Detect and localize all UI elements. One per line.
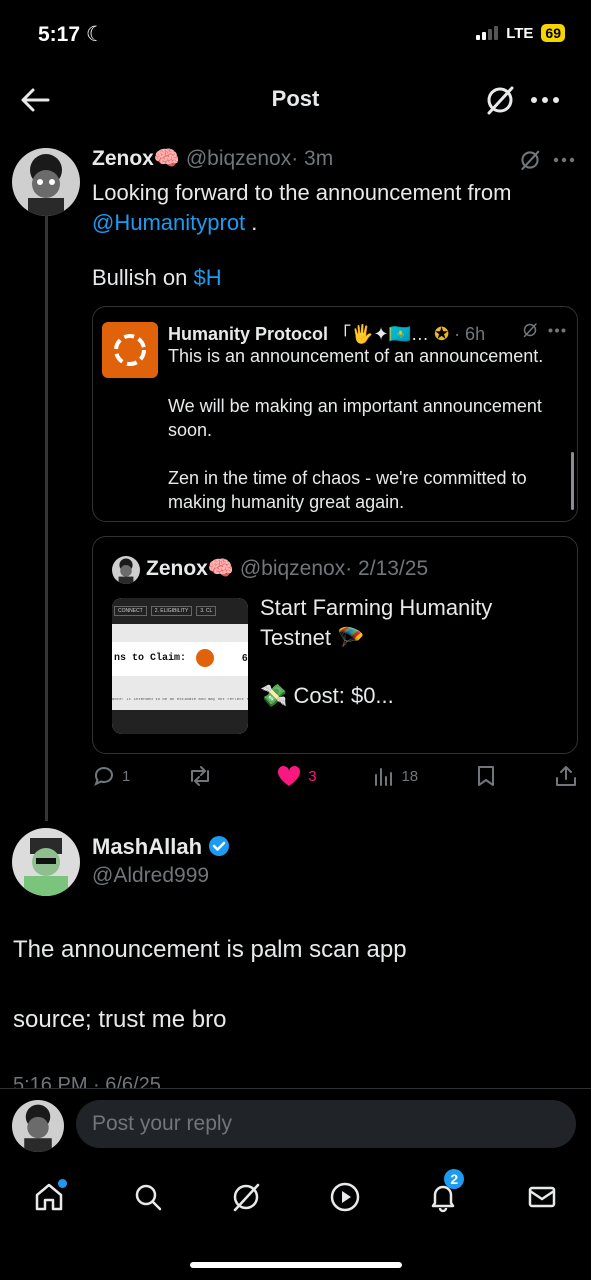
tab-messages[interactable] xyxy=(526,1181,558,1213)
quote2-date: · 2/13/25 xyxy=(345,557,429,580)
tab-search[interactable] xyxy=(132,1181,164,1213)
share-icon xyxy=(555,766,576,786)
repost-icon xyxy=(191,766,210,786)
reply-text-line2: source; trust me bro xyxy=(13,1006,227,1033)
reply-button[interactable]: 1 xyxy=(92,764,130,788)
reply-count: 1 xyxy=(122,767,131,785)
media-thumbnail[interactable]: CONNECT 2. ELIGIBILITY 3. CL ns to Claim… xyxy=(112,598,248,734)
tab-bar: 2 xyxy=(0,1162,591,1232)
tab-home[interactable] xyxy=(33,1179,68,1213)
like-button[interactable]: 3 xyxy=(276,764,317,788)
humanity-logo xyxy=(102,322,158,378)
views-icon xyxy=(375,768,393,786)
quote-author-name[interactable]: Humanity Protocol xyxy=(168,324,328,344)
tab-notifications[interactable]: 2 xyxy=(427,1169,465,1213)
tweet-text: Looking forward to the announcement from… xyxy=(92,180,512,235)
quote-time: · 6h xyxy=(454,324,486,344)
tab-video[interactable] xyxy=(329,1181,361,1213)
more-options-icon[interactable] xyxy=(548,328,566,333)
avatar[interactable] xyxy=(12,828,80,896)
status-time: 5:17 ☾ xyxy=(38,23,105,46)
author-handle[interactable]: @biqzenox xyxy=(186,147,291,170)
play-icon xyxy=(330,1182,359,1212)
bookmark-icon xyxy=(478,766,495,786)
signal-icon xyxy=(476,26,499,40)
more-options-icon[interactable] xyxy=(530,96,560,104)
tab-grok[interactable] xyxy=(230,1181,262,1213)
reply-author-name[interactable]: MashAllah xyxy=(92,834,202,859)
avatar xyxy=(12,1100,64,1152)
quote2-author-handle[interactable]: @biqzenox xyxy=(240,557,345,580)
share-button[interactable] xyxy=(554,764,578,788)
home-indicator xyxy=(190,1262,402,1268)
verified-badge-icon xyxy=(209,836,230,856)
moon-icon: ☾ xyxy=(85,23,105,46)
unread-dot xyxy=(58,1179,68,1188)
quote-header: Humanity Protocol 「🖐✦🇰🇿… ✪ · 6h xyxy=(168,320,485,346)
network-label: LTE xyxy=(506,24,534,42)
author-name[interactable]: Zenox🧠 xyxy=(92,147,180,170)
action-bar: 1 3 18 xyxy=(92,764,578,788)
reply-input[interactable]: Post your reply xyxy=(76,1100,576,1148)
scrollbar[interactable] xyxy=(571,452,574,510)
grok-icon[interactable] xyxy=(522,322,538,338)
heart-icon xyxy=(278,765,301,786)
mention-link[interactable]: @Humanityprot xyxy=(92,210,245,235)
views-button[interactable]: 18 xyxy=(373,765,418,787)
grok-icon[interactable] xyxy=(484,84,516,116)
battery-icon: 69 xyxy=(541,24,565,42)
verified-gold-icon: ✪ xyxy=(433,324,450,344)
quote2-text: Start Farming Humanity Testnet 🪂 💸 Cost:… xyxy=(260,595,493,708)
grok-icon xyxy=(234,1183,260,1212)
mail-icon xyxy=(528,1186,555,1208)
reply-author: MashAllah xyxy=(92,834,230,860)
cashtag-link[interactable]: $H xyxy=(194,265,222,290)
humanity-logo xyxy=(196,649,214,667)
thread-line xyxy=(45,215,48,821)
status-indicators: LTE 69 xyxy=(476,24,565,42)
quote2-header: Zenox🧠 @biqzenox· 2/13/25 xyxy=(146,557,428,581)
tweet-time: · 3m xyxy=(291,147,334,170)
tweet-text-bullish: Bullish on $H xyxy=(92,265,222,290)
thumb-tabs: CONNECT 2. ELIGIBILITY 3. CL xyxy=(112,598,248,624)
quote-text: This is an announcement of an announceme… xyxy=(168,346,544,512)
reply-author-handle[interactable]: @Aldred999 xyxy=(92,864,209,888)
tweet-header: Zenox🧠 @biqzenox· 3m xyxy=(92,147,333,171)
views-count: 18 xyxy=(401,767,419,785)
reply-text-line1: The announcement is palm scan app xyxy=(13,936,407,963)
more-options-icon[interactable] xyxy=(553,157,575,163)
reply-icon xyxy=(94,767,113,787)
avatar xyxy=(112,556,140,584)
notification-badge: 2 xyxy=(444,1169,465,1189)
repost-button[interactable] xyxy=(187,764,219,788)
bookmark-button[interactable] xyxy=(475,764,497,788)
search-icon xyxy=(135,1184,161,1211)
avatar[interactable] xyxy=(12,148,80,216)
quote2-author-name[interactable]: Zenox🧠 xyxy=(146,557,234,580)
like-count: 3 xyxy=(308,767,317,785)
grok-icon[interactable] xyxy=(519,149,541,171)
reply-timestamp: 5:16 PM · 6/6/25 xyxy=(13,1074,161,1088)
quote-author-emojis: 「🖐✦🇰🇿… xyxy=(333,324,429,344)
